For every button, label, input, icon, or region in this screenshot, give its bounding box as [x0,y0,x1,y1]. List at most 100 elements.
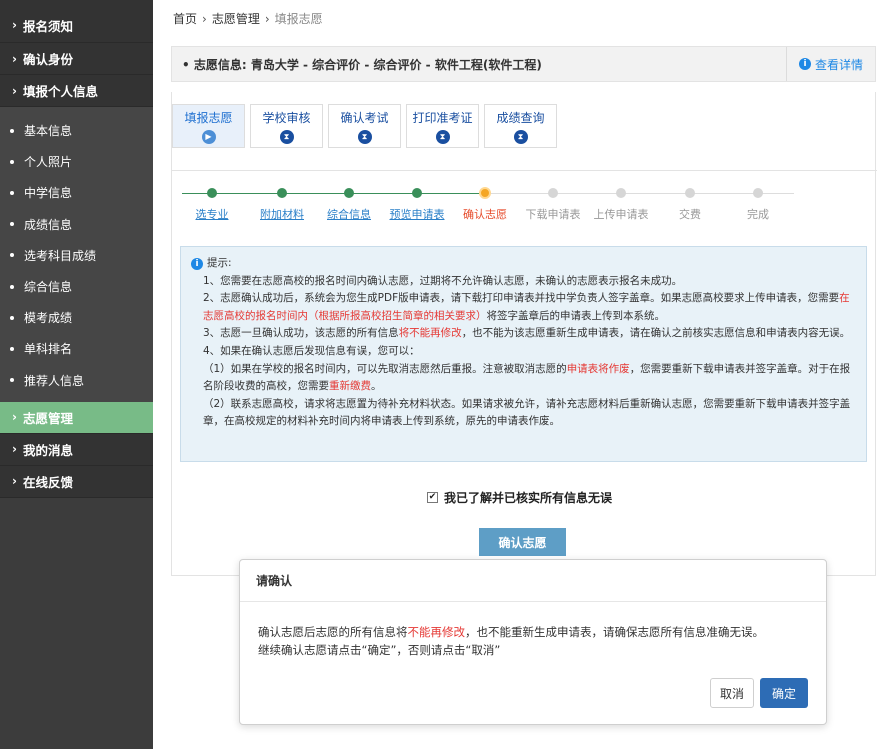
sidebar-section-personal-info[interactable]: › 填报个人信息 [0,75,153,107]
cancel-button[interactable]: 取消 [710,678,754,708]
tab-fill-wish[interactable]: 填报志愿 ▶ [172,104,245,148]
agree-checkbox[interactable]: ✔ [427,492,438,503]
step-dot [753,188,763,198]
agree-checkbox-row[interactable]: ✔ 我已了解并已核实所有信息无误 [427,489,612,506]
bullet-icon [10,315,14,320]
tab-confirm-exam[interactable]: 确认考试 ⧗ [328,104,401,148]
sidebar-section-notice[interactable]: › 报名须知 [0,0,153,43]
sidebar-item-school-info[interactable]: 中学信息 [0,177,153,208]
sidebar-section-label: 填报个人信息 [22,84,98,99]
step-dot [412,188,422,198]
tab-label: 学校审核 [262,110,311,125]
notice-line-1: 1、您需要在志愿高校的报名时间内确认志愿，过期将不允许确认志愿，未确认的志愿表示… [203,274,683,287]
chevron-right-icon: › [12,442,17,457]
step-dot-current [479,187,491,199]
hourglass-icon: ⧗ [513,129,528,144]
wish-info-bar: • 志愿信息: 青岛大学 - 综合评价 - 综合评价 - 软件工程(软件工程) … [171,46,876,82]
wish-info-value: 志愿信息: 青岛大学 - 综合评价 - 综合评价 - 软件工程(软件工程) [193,57,542,72]
ok-button[interactable]: 确定 [760,678,808,708]
step-complete: 完成 [747,208,769,221]
tab-label: 成绩查询 [496,110,545,125]
notice-line-3: 3、志愿一旦确认成功，该志愿的所有信息将不能再修改，也不能为该志愿重新生成申请表… [191,325,856,343]
sidebar-item-label: 基本信息 [24,124,73,139]
sidebar-item-basic-info[interactable]: 基本信息 [0,115,153,146]
tab-print-admission[interactable]: 打印准考证 ⧗ [406,104,479,148]
sidebar-item-comprehensive[interactable]: 综合信息 [0,271,153,302]
sidebar-item-label: 单科排名 [24,342,73,357]
step-download-application: 下载申请表 [525,208,581,221]
wish-info-text: • 志愿信息: 青岛大学 - 综合评价 - 综合评价 - 软件工程(软件工程) [182,57,542,72]
breadcrumb-section[interactable]: 志愿管理 [212,12,260,26]
play-icon: ▶ [201,129,216,144]
step-dot [207,188,217,198]
tab-score-query[interactable]: 成绩查询 ⧗ [484,104,557,148]
step-dot [277,188,287,198]
sidebar-item-elective-scores[interactable]: 选考科目成绩 [0,240,153,271]
tab-school-review[interactable]: 学校审核 ⧗ [250,104,323,148]
bullet-icon [10,128,14,133]
sidebar-item-label: 个人照片 [24,155,73,170]
notice-text: 3、志愿一旦确认成功，该志愿的所有信息 [203,327,399,340]
step-dot [616,188,626,198]
sidebar-section-messages[interactable]: › 我的消息 [0,433,153,466]
step-payment: 交费 [679,208,701,221]
sidebar-section-label: 志愿管理 [22,410,73,426]
step-line-done [182,193,484,194]
sidebar-section-feedback[interactable]: › 在线反馈 [0,465,153,498]
hourglass-icon: ⧗ [279,129,294,144]
sidebar-item-photo[interactable]: 个人照片 [0,146,153,177]
sidebar-section-label: 报名须知 [22,18,73,34]
sidebar-item-label: 选考科目成绩 [24,248,97,263]
notice-title: i 提示: [191,255,856,273]
dialog-highlight: 不能再修改 [407,625,466,639]
bullet-icon [10,222,14,227]
notice-box: i 提示: 1、您需要在志愿高校的报名时间内确认志愿，过期将不允许确认志愿，未确认… [180,246,867,462]
notice-title-text: 提示: [207,257,232,269]
breadcrumb-current: 填报志愿 [274,12,323,26]
view-details-label: 查看详情 [814,57,863,72]
notice-text: 将签字盖章后的申请表上传到本系统。 [486,309,666,322]
confirm-wish-button[interactable]: 确认志愿 [479,528,566,556]
chevron-right-icon: › [12,410,17,425]
sidebar-submenu: 基本信息 个人照片 中学信息 成绩信息 选考科目成绩 综合信息 模考成绩 单科排… [0,107,153,402]
notice-line-2: 2、志愿确认成功后，系统会为您生成PDF版申请表，请下载打印申请表并找中学负责人… [191,290,856,325]
step-line-todo [484,193,794,194]
tab-label: 填报志愿 [184,110,233,125]
sidebar-item-subject-rank[interactable]: 单科排名 [0,333,153,364]
breadcrumb-separator: › [264,12,270,26]
step-preview-application[interactable]: 预览申请表 [390,206,445,222]
sidebar-section-wish-management[interactable]: › 志愿管理 [0,401,153,434]
notice-line-4: 4、如果在确认志愿后发现信息有误，您可以： [203,344,420,357]
sidebar: › 报名须知 › 确认身份 › 填报个人信息 基本信息 个人照片 中学信息 成绩… [0,0,153,749]
notice-line-6: （2）联系志愿高校，请求将志愿置为待补充材料状态。如果请求被允许，请补充志愿材料… [203,397,851,428]
wish-panel: 填报志愿 ▶ 学校审核 ⧗ 确认考试 ⧗ 打印准考证 ⧗ 成绩查询 ⧗ 选专业 附加材料 … [171,92,877,576]
dialog-line-1: 确认志愿后志愿的所有信息将不能再修改，也不能重新生成申请表，请确保志愿所有信息准… [258,623,764,641]
view-details-button[interactable]: i 查看详情 [786,47,875,81]
info-icon: i [798,58,811,70]
step-comprehensive-info[interactable]: 综合信息 [327,206,371,222]
breadcrumb-separator: › [202,12,207,26]
dialog-text: ，也不能重新生成申请表，请确保志愿所有信息准确无误。 [465,625,764,639]
chevron-down-icon: › [12,83,17,98]
step-dot [344,188,354,198]
confirm-dialog: 请确认 确认志愿后志愿的所有信息将不能再修改，也不能重新生成申请表，请确保志愿所… [239,559,827,725]
step-select-major[interactable]: 选专业 [196,206,229,222]
sidebar-item-label: 综合信息 [24,280,73,295]
bullet-icon [10,378,14,383]
step-dot [548,188,558,198]
notice-highlight: 申请表将作废 [566,362,630,375]
sidebar-section-identity[interactable]: › 确认身份 [0,43,153,75]
sidebar-item-label: 推荐人信息 [24,373,85,388]
chevron-right-icon: › [12,18,17,32]
sidebar-item-scores[interactable]: 成绩信息 [0,209,153,240]
breadcrumb-home[interactable]: 首页 [173,12,197,26]
sidebar-item-referrer[interactable]: 推荐人信息 [0,365,153,396]
chevron-right-icon: › [12,474,17,489]
notice-text: （1）如果在学校的报名时间内，可以先取消志愿然后重报。注意被取消志愿的 [203,362,567,375]
bullet-icon [10,284,14,289]
notice-text: ，也不能为该志愿重新生成申请表，请在确认之前核实志愿信息和申请表内容无误。 [461,327,851,340]
sidebar-item-mock-scores[interactable]: 模考成绩 [0,302,153,333]
bullet-icon [10,346,14,351]
step-additional-materials[interactable]: 附加材料 [260,206,304,222]
dialog-line-2: 继续确认志愿请点击“确定”，否则请点击“取消” [258,643,501,657]
